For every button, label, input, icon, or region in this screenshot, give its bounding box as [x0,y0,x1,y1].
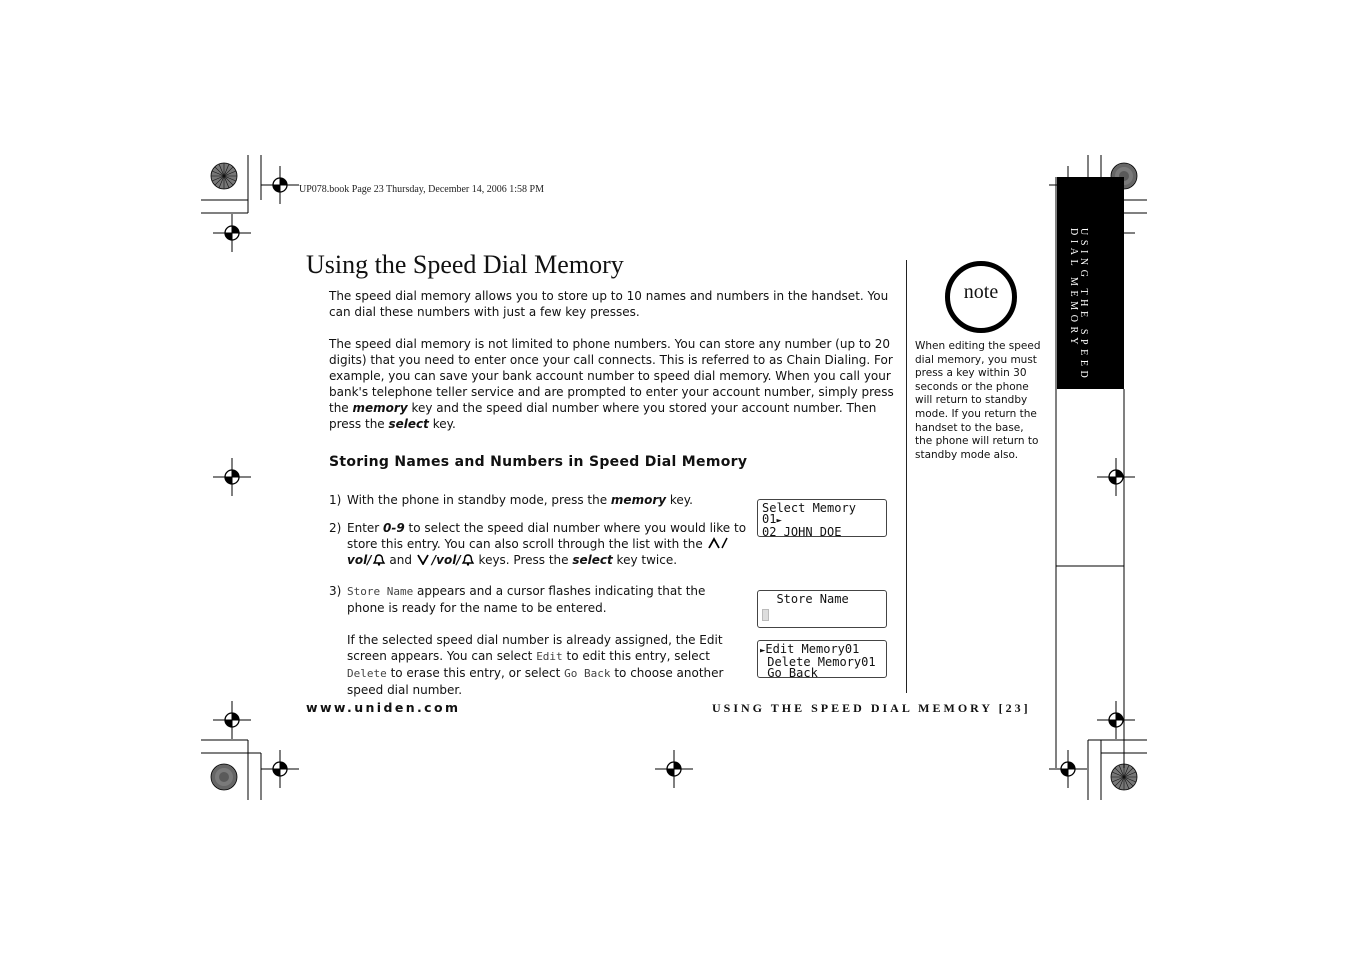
digit-keys-label: 0-9 [383,521,405,535]
step-text: With the phone in standby mode, press th… [347,492,749,508]
lcd-cursor [762,609,769,621]
lcd-line: Select Memory [762,501,856,515]
step-1: 1) With the phone in standby mode, press… [329,492,749,508]
lcd-line: 02 JOHN DOE [762,525,842,539]
step-number: 2) [329,521,342,535]
step-text-part: With the phone in standby mode, press th… [347,493,611,507]
go-back-lcd-text: Go Back [564,667,611,680]
footer-page-title: USING THE SPEED DIAL MEMORY [23] [712,701,1031,715]
step-text: Store Name appears and a cursor flashes … [347,583,727,616]
delete-lcd-text: Delete [347,667,387,680]
print-info-header: UP078.book Page 23 Thursday, December 14… [299,184,544,195]
vol-key-label: /vol/ [431,553,461,567]
document-page: UP078.book Page 23 Thursday, December 14… [0,0,1350,954]
step-text-part: to select the speed dial number where yo… [347,521,747,551]
lcd-edit-memory: ►Edit Memory01 Delete Memory01 Go Back [757,640,887,680]
step-text: If the selected speed dial number is alr… [347,632,749,698]
store-name-lcd-text: Store Name [347,585,414,598]
step-text-part: to edit this entry, select [562,649,710,663]
step-3-edit-note: If the selected speed dial number is alr… [329,632,749,697]
lcd-line: Go Back [760,666,818,680]
chain-dialing-paragraph: The speed dial memory is not limited to … [329,336,897,432]
step-number: 3) [329,584,342,598]
step-text-part: to erase this entry, or select [386,666,565,680]
step-number: 1) [329,493,342,507]
section-heading: Storing Names and Numbers in Speed Dial … [329,454,748,470]
footer-website: www.uniden.com [306,700,461,715]
step-text: Enter 0-9 to select the speed dial numbe… [347,520,749,568]
chapter-tab-line: DIAL MEMORY [1068,228,1079,350]
memory-key-label: memory [610,493,667,507]
paragraph-text: key. [428,417,456,431]
bell-icon [461,554,474,566]
memory-key-label: memory [352,401,408,415]
step-text-part: Enter [347,521,384,535]
page-title: Using the Speed Dial Memory [306,250,624,279]
edit-lcd-text: Edit [536,650,563,663]
lcd-store-name: Store Name [757,590,887,628]
step-text-part: and [385,553,416,567]
bell-icon [372,554,385,566]
note-label: note [963,281,999,303]
select-key-label: select [388,417,429,431]
column-divider [906,260,907,693]
chapter-tab-label: USING THE SPEED DIAL MEMORY [1067,228,1115,388]
step-3: 3) Store Name appears and a cursor flash… [329,583,749,617]
lcd-select-memory: Select Memory 01► 02 JOHN DOE [757,499,887,539]
lcd-line: Store Name [762,592,849,606]
registration-marks [201,155,1147,800]
note-text: When editing the speed dial memory, you … [915,340,1041,461]
lcd-line-text: 01 [762,512,777,526]
step-text-part: keys. Press the [474,553,573,567]
select-key-label: select [572,553,613,567]
step-text-part: key twice. [612,553,678,567]
vol-key-label: vol/ [347,553,372,567]
down-arrow-icon [416,554,429,566]
intro-paragraph: The speed dial memory allows you to stor… [329,289,889,319]
lcd-line-text: Edit Memory01 [765,642,860,656]
up-arrow-icon [707,537,728,549]
chapter-tab-line: USING THE SPEED [1078,228,1089,383]
step-2: 2) Enter 0-9 to select the speed dial nu… [329,520,749,570]
step-text-part: key. [666,493,693,507]
